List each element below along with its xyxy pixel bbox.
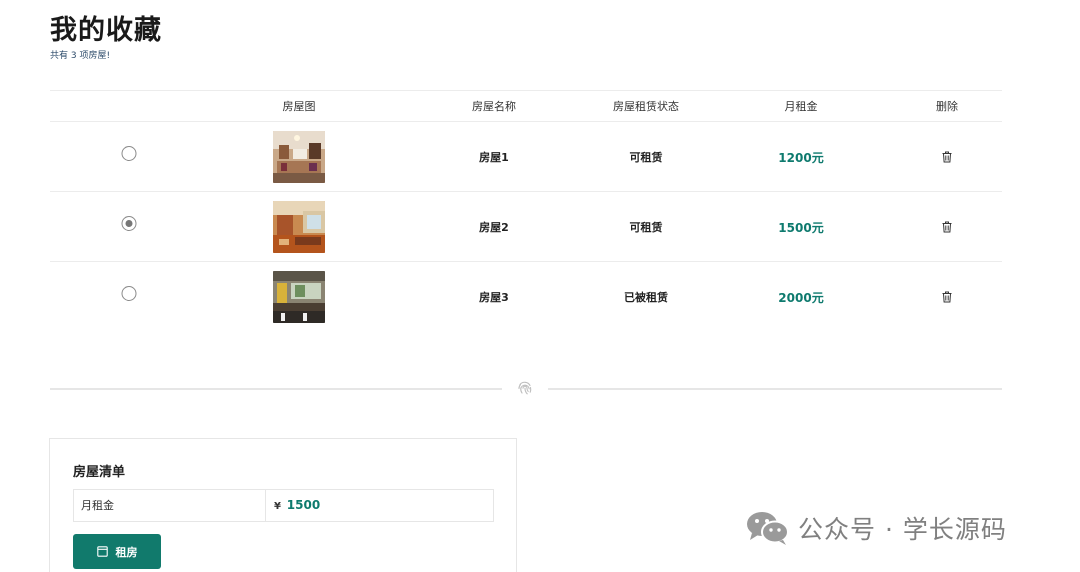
house-list-panel: 房屋清单 月租金 ¥ 1500 租房 [49,438,517,572]
column-header-status: 房屋租赁状态 [613,100,679,113]
trash-icon[interactable] [942,291,953,303]
rent-summary-table: 月租金 ¥ 1500 [73,489,494,522]
section-divider-left [50,388,502,390]
monthly-rent: 1500元 [778,220,824,235]
row-select-radio[interactable] [121,215,137,231]
currency-symbol: ¥ [274,501,281,512]
column-header-delete: 删除 [936,100,958,113]
house-photo [273,201,325,253]
rent-label: 月租金 [74,490,266,521]
table-row: 房屋3 已被租赁 2000元 [50,262,1002,332]
wechat-icon [747,512,789,545]
page-subtitle: 共有 3 项房屋! [50,51,111,61]
watermark-text: 公众号 · 学长源码 [798,515,1007,544]
trash-icon[interactable] [942,151,953,163]
house-name: 房屋2 [479,221,509,234]
table-row: 房屋1 可租赁 1200元 [50,122,1002,192]
column-header-name: 房屋名称 [472,100,516,113]
panel-title: 房屋清单 [73,465,126,480]
favorites-table: 房屋图 房屋名称 房屋租赁状态 月租金 删除 房屋1 可租赁 1200元 房屋2… [50,90,1002,332]
rent-value: ¥ 1500 [266,490,493,521]
monthly-rent: 1200元 [778,150,824,165]
rent-amount: 1500 [286,498,321,512]
house-photo [273,271,325,323]
column-header-image: 房屋图 [282,100,316,113]
row-select-radio[interactable] [121,145,137,161]
rental-status: 已被租赁 [624,291,668,304]
column-header-rent: 月租金 [784,100,818,113]
page-title: 我的收藏 [50,15,162,46]
rental-status: 可租赁 [629,151,663,164]
window-icon [96,546,108,557]
house-photo [273,131,325,183]
monthly-rent: 2000元 [778,290,824,305]
watermark: 公众号 · 学长源码 [746,510,1007,546]
trash-icon[interactable] [942,221,953,233]
rent-button-label: 租房 [115,545,138,559]
table-header: 房屋图 房屋名称 房屋租赁状态 月租金 删除 [50,90,1002,122]
fingerprint-icon [518,381,532,395]
row-select-radio[interactable] [121,285,137,301]
rent-button[interactable]: 租房 [73,534,161,569]
table-row: 房屋2 可租赁 1500元 [50,192,1002,262]
house-name: 房屋3 [479,291,509,304]
house-name: 房屋1 [479,151,509,164]
section-divider-right [548,388,1002,390]
rental-status: 可租赁 [629,221,663,234]
